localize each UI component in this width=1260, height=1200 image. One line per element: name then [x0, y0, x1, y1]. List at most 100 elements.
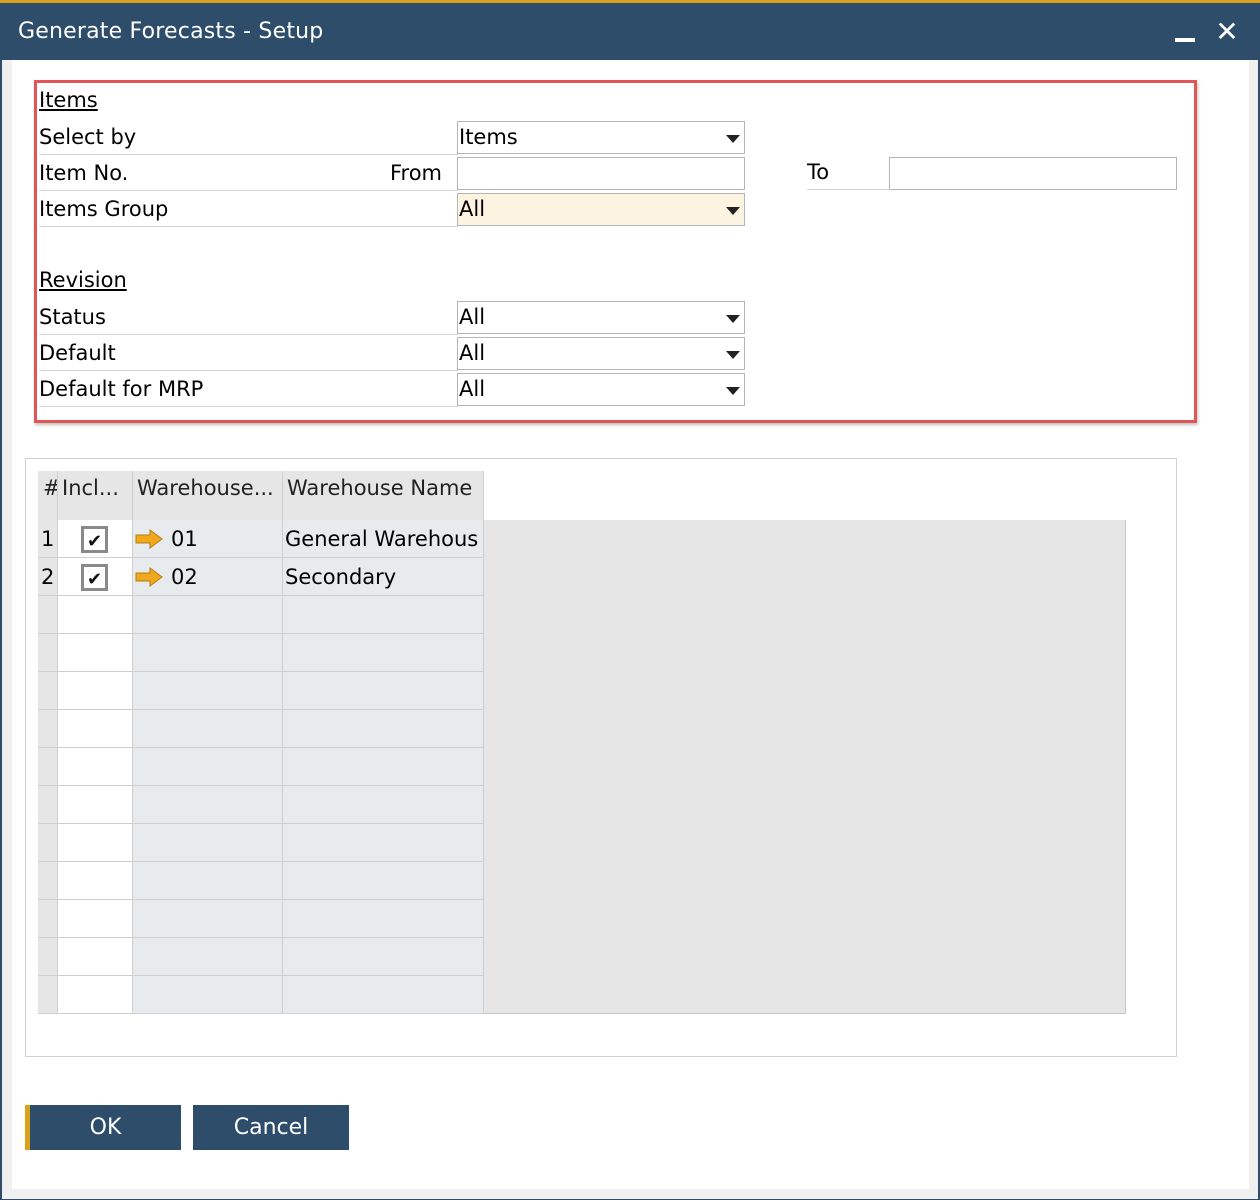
close-icon[interactable]: ✕: [1212, 17, 1242, 47]
warehouse-name-cell[interactable]: [283, 748, 484, 786]
minimize-icon[interactable]: [1172, 25, 1198, 45]
item-no-from-input[interactable]: [457, 157, 745, 190]
warehouse-code-cell[interactable]: [133, 596, 283, 634]
warehouse-name-cell[interactable]: [283, 862, 484, 900]
include-checkbox[interactable]: ✔: [81, 526, 108, 553]
table-row[interactable]: 1 ✔ 01 General Warehous: [38, 520, 484, 558]
form-panel: Items Select by Items Item No. From To I…: [12, 60, 1249, 1189]
select-by-dropdown[interactable]: Items: [457, 121, 745, 154]
items-group-row: Items Group: [39, 194, 458, 227]
include-cell[interactable]: [58, 634, 133, 672]
empty-table-row[interactable]: [38, 710, 484, 748]
default-value: All: [459, 341, 486, 365]
empty-table-row[interactable]: [38, 900, 484, 938]
row-number: 1: [38, 520, 58, 558]
warehouse-name-cell[interactable]: [283, 900, 484, 938]
column-header-include[interactable]: Incl...: [58, 471, 133, 520]
warehouse-name-cell[interactable]: [283, 938, 484, 976]
column-header-warehouse-name[interactable]: Warehouse Name: [283, 471, 484, 520]
row-number: [38, 786, 58, 824]
default-dropdown[interactable]: All: [457, 337, 745, 370]
status-label: Status: [39, 305, 106, 329]
status-row: Status: [39, 302, 458, 335]
warehouse-code: 02: [171, 565, 198, 589]
items-section-heading: Items: [39, 88, 98, 112]
dropdown-arrow-icon[interactable]: [726, 315, 740, 323]
column-header-number[interactable]: #: [38, 471, 58, 520]
cancel-button[interactable]: Cancel: [193, 1105, 349, 1150]
warehouse-code-cell[interactable]: [133, 824, 283, 862]
title-bar[interactable]: Generate Forecasts - Setup ✕: [0, 3, 1260, 60]
ok-button[interactable]: OK: [25, 1105, 181, 1150]
warehouse-code-cell[interactable]: [133, 786, 283, 824]
include-cell[interactable]: [58, 824, 133, 862]
empty-table-row[interactable]: [38, 672, 484, 710]
warehouse-code-cell[interactable]: [133, 862, 283, 900]
dropdown-arrow-icon[interactable]: [726, 387, 740, 395]
row-number: [38, 634, 58, 672]
warehouse-name-cell[interactable]: Secondary: [283, 558, 484, 596]
default-label: Default: [39, 341, 116, 365]
warehouse-code-cell[interactable]: 02: [133, 558, 283, 596]
dropdown-arrow-icon[interactable]: [726, 207, 740, 215]
include-cell[interactable]: [58, 862, 133, 900]
dialog-content: Items Select by Items Item No. From To I…: [2, 60, 1258, 1199]
link-arrow-icon[interactable]: [135, 567, 163, 587]
warehouse-name-cell[interactable]: [283, 976, 484, 1014]
warehouse-grid[interactable]: # Incl... Warehouse... Warehouse Name 1 ✔…: [38, 471, 1126, 1014]
item-no-to-input[interactable]: [889, 157, 1177, 190]
default-for-mrp-dropdown[interactable]: All: [457, 373, 745, 406]
include-cell[interactable]: [58, 596, 133, 634]
items-group-dropdown[interactable]: All: [457, 193, 745, 226]
default-for-mrp-label: Default for MRP: [39, 377, 204, 401]
warehouse-code-cell[interactable]: [133, 900, 283, 938]
dropdown-arrow-icon[interactable]: [726, 135, 740, 143]
warehouse-name-cell[interactable]: [283, 710, 484, 748]
warehouse-name-cell[interactable]: [283, 824, 484, 862]
empty-table-row[interactable]: [38, 938, 484, 976]
empty-table-row[interactable]: [38, 786, 484, 824]
empty-table-row[interactable]: [38, 596, 484, 634]
empty-table-row[interactable]: [38, 862, 484, 900]
warehouse-name-cell[interactable]: [283, 672, 484, 710]
warehouse-code-cell[interactable]: [133, 710, 283, 748]
include-cell[interactable]: [58, 976, 133, 1014]
item-no-label: Item No.: [39, 161, 129, 185]
table-row[interactable]: 2 ✔ 02 Secondary: [38, 558, 484, 596]
warehouse-name-cell[interactable]: [283, 634, 484, 672]
include-checkbox[interactable]: ✔: [81, 564, 108, 591]
include-cell[interactable]: [58, 900, 133, 938]
row-number: [38, 976, 58, 1014]
from-label: From: [389, 161, 442, 185]
warehouse-name-cell[interactable]: General Warehous: [283, 520, 484, 558]
link-arrow-icon[interactable]: [135, 529, 163, 549]
checkmark-icon: ✔: [87, 569, 103, 590]
empty-table-row[interactable]: [38, 634, 484, 672]
warehouse-code-cell[interactable]: [133, 672, 283, 710]
include-cell[interactable]: [58, 938, 133, 976]
window-title: Generate Forecasts - Setup: [18, 19, 324, 44]
dropdown-arrow-icon[interactable]: [726, 351, 740, 359]
row-number: [38, 748, 58, 786]
include-cell[interactable]: [58, 786, 133, 824]
empty-table-row[interactable]: [38, 976, 484, 1014]
warehouse-name-cell[interactable]: [283, 786, 484, 824]
select-by-row: Select by: [39, 122, 458, 155]
status-dropdown[interactable]: All: [457, 301, 745, 334]
include-cell[interactable]: ✔: [58, 558, 133, 596]
warehouse-code-cell[interactable]: [133, 748, 283, 786]
row-number: [38, 938, 58, 976]
include-cell[interactable]: [58, 748, 133, 786]
warehouse-code-cell[interactable]: [133, 976, 283, 1014]
include-cell[interactable]: [58, 710, 133, 748]
column-header-warehouse-code[interactable]: Warehouse...: [133, 471, 283, 520]
warehouse-code-cell[interactable]: [133, 938, 283, 976]
include-cell[interactable]: ✔: [58, 520, 133, 558]
row-number: 2: [38, 558, 58, 596]
include-cell[interactable]: [58, 672, 133, 710]
empty-table-row[interactable]: [38, 748, 484, 786]
warehouse-code-cell[interactable]: [133, 634, 283, 672]
warehouse-code-cell[interactable]: 01: [133, 520, 283, 558]
empty-table-row[interactable]: [38, 824, 484, 862]
warehouse-name-cell[interactable]: [283, 596, 484, 634]
